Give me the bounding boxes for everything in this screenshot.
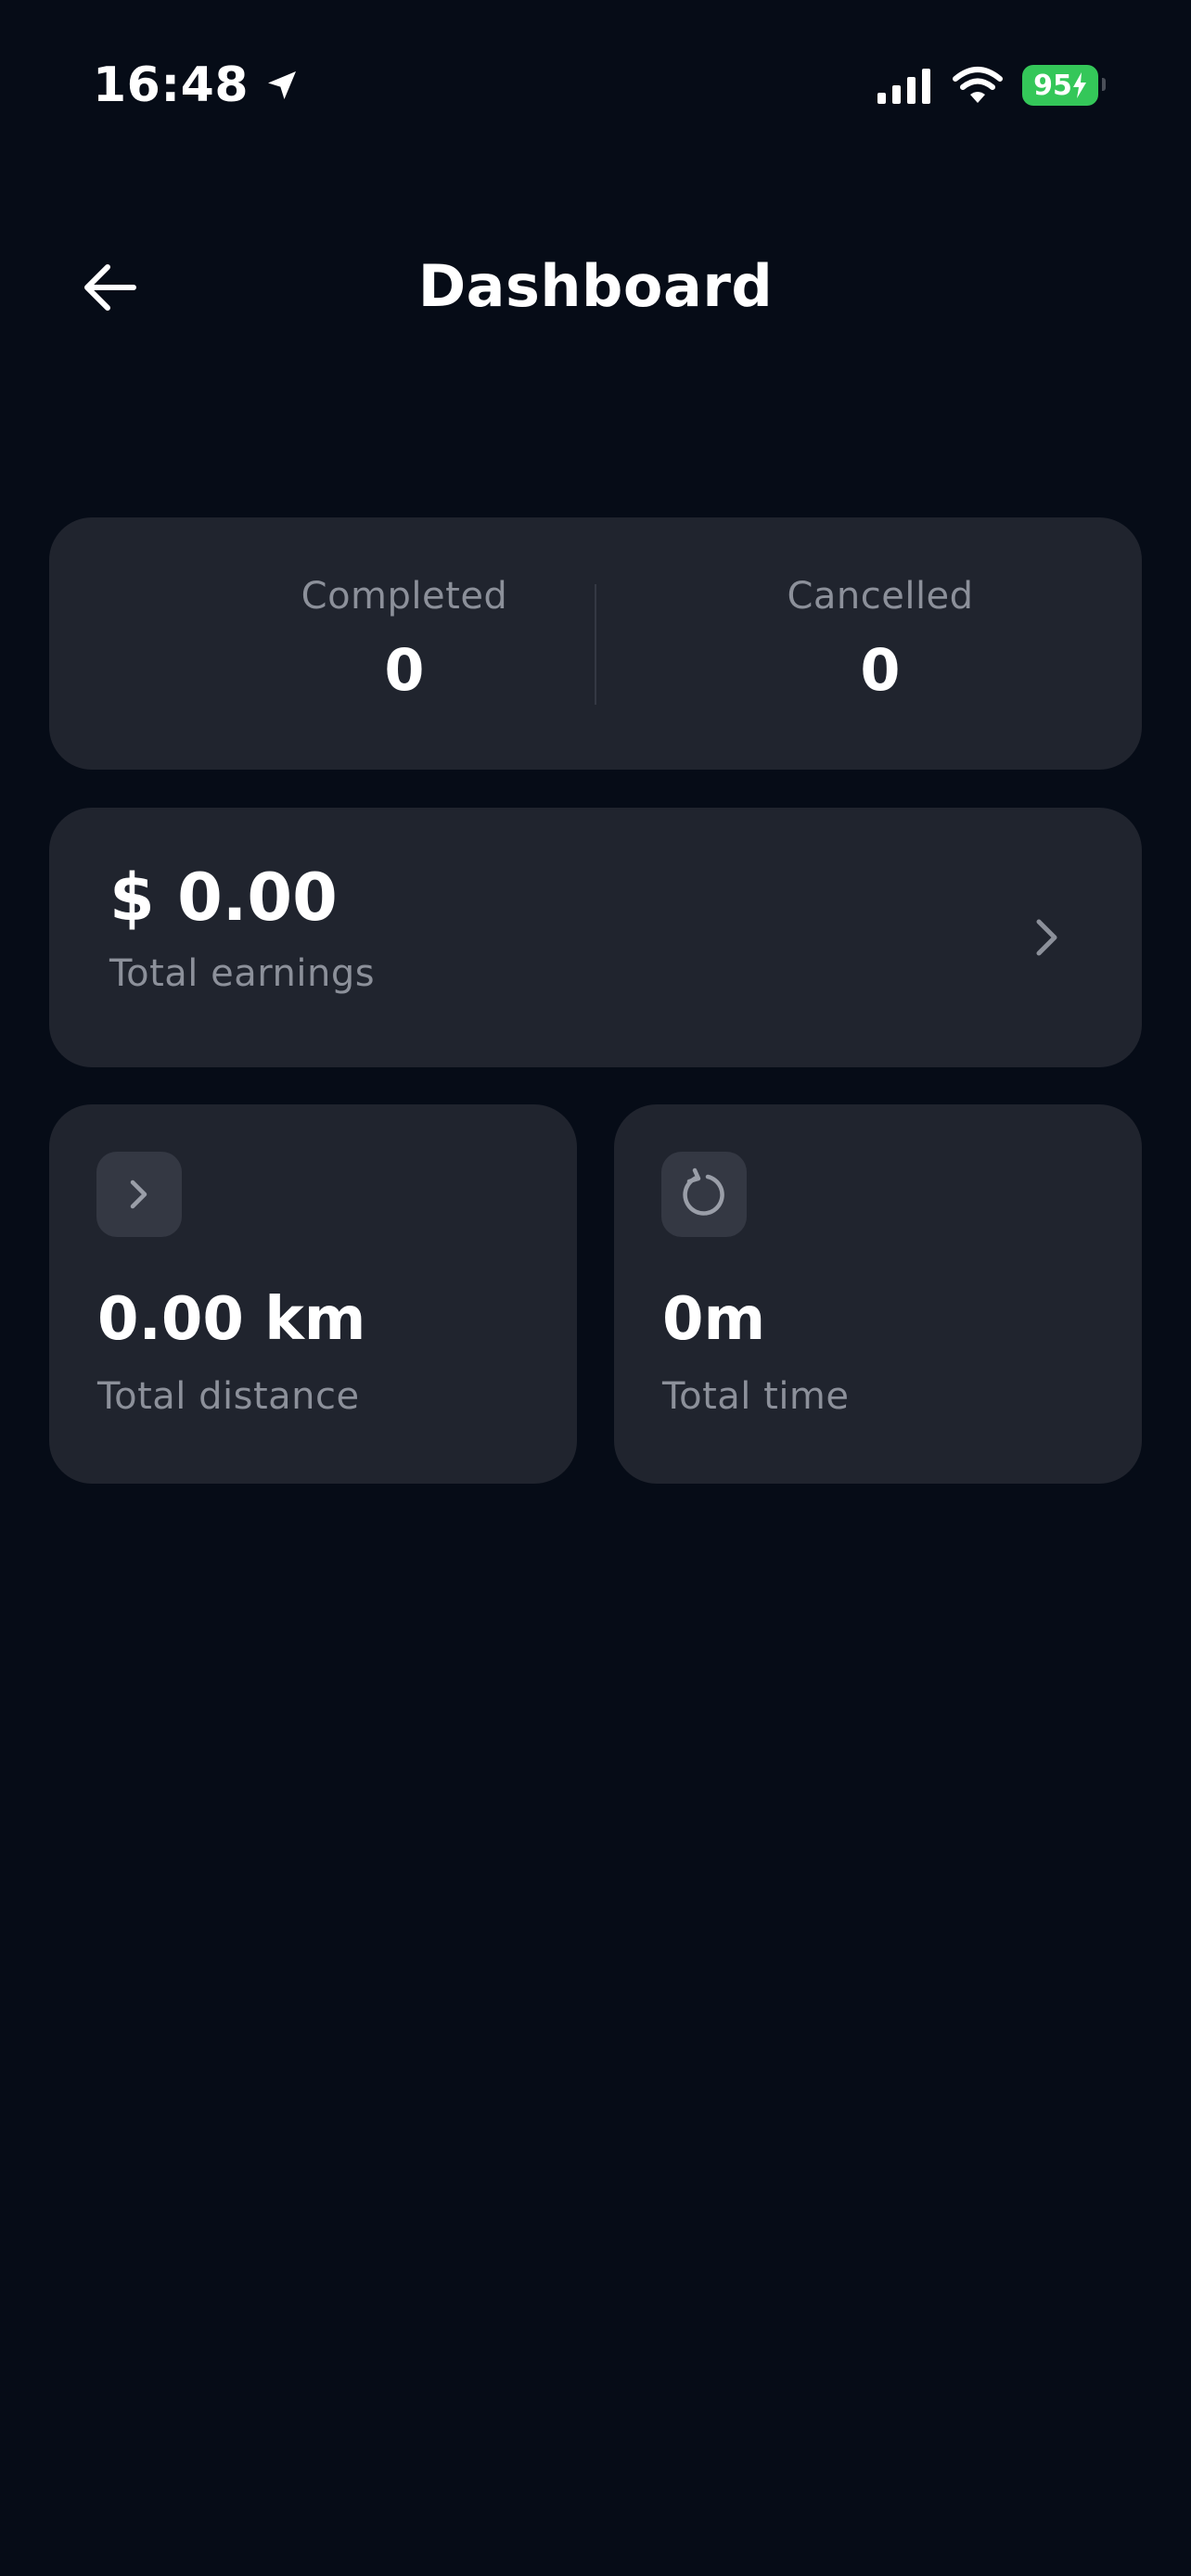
total-earnings-card[interactable]: $ 0.00 Total earnings	[49, 808, 1142, 1067]
time-label: Total time	[662, 1375, 850, 1418]
completed-value: 0	[384, 636, 425, 704]
earnings-value: $ 0.00	[109, 860, 338, 936]
refresh-icon	[683, 1167, 724, 1216]
header: Dashboard	[0, 232, 1191, 343]
distance-label: Total distance	[97, 1375, 360, 1418]
trip-counts-card: Completed 0 Cancelled 0	[49, 517, 1142, 770]
total-time-card: 0m Total time	[614, 1104, 1142, 1484]
time-icon-box	[661, 1152, 747, 1237]
battery-level: 95	[1033, 69, 1072, 102]
location-arrow-icon	[268, 71, 297, 99]
status-indicators: 95	[876, 65, 1106, 106]
completed-label: Completed	[301, 575, 508, 618]
counts-divider	[595, 584, 596, 705]
earnings-label: Total earnings	[109, 952, 376, 995]
completed-count: Completed 0	[219, 575, 590, 704]
distance-icon-box	[96, 1152, 182, 1237]
cancelled-count: Cancelled 0	[695, 575, 1066, 704]
battery-icon: 95	[1022, 65, 1106, 106]
distance-value: 0.00 km	[97, 1285, 366, 1354]
charging-bolt-icon	[1072, 72, 1086, 98]
status-bar: 16:48 95	[0, 0, 1191, 176]
signal-bars-icon	[877, 69, 930, 104]
total-distance-card: 0.00 km Total distance	[49, 1104, 577, 1484]
status-time-text: 16:48	[93, 57, 250, 113]
cancelled-label: Cancelled	[787, 575, 974, 618]
time-value: 0m	[662, 1285, 766, 1354]
wifi-icon	[953, 67, 1003, 103]
page-title: Dashboard	[417, 252, 774, 320]
status-time: 16:48	[93, 57, 301, 113]
cancelled-value: 0	[860, 636, 901, 704]
chevron-right-icon	[1029, 912, 1066, 963]
chevron-right-icon	[130, 1180, 147, 1209]
